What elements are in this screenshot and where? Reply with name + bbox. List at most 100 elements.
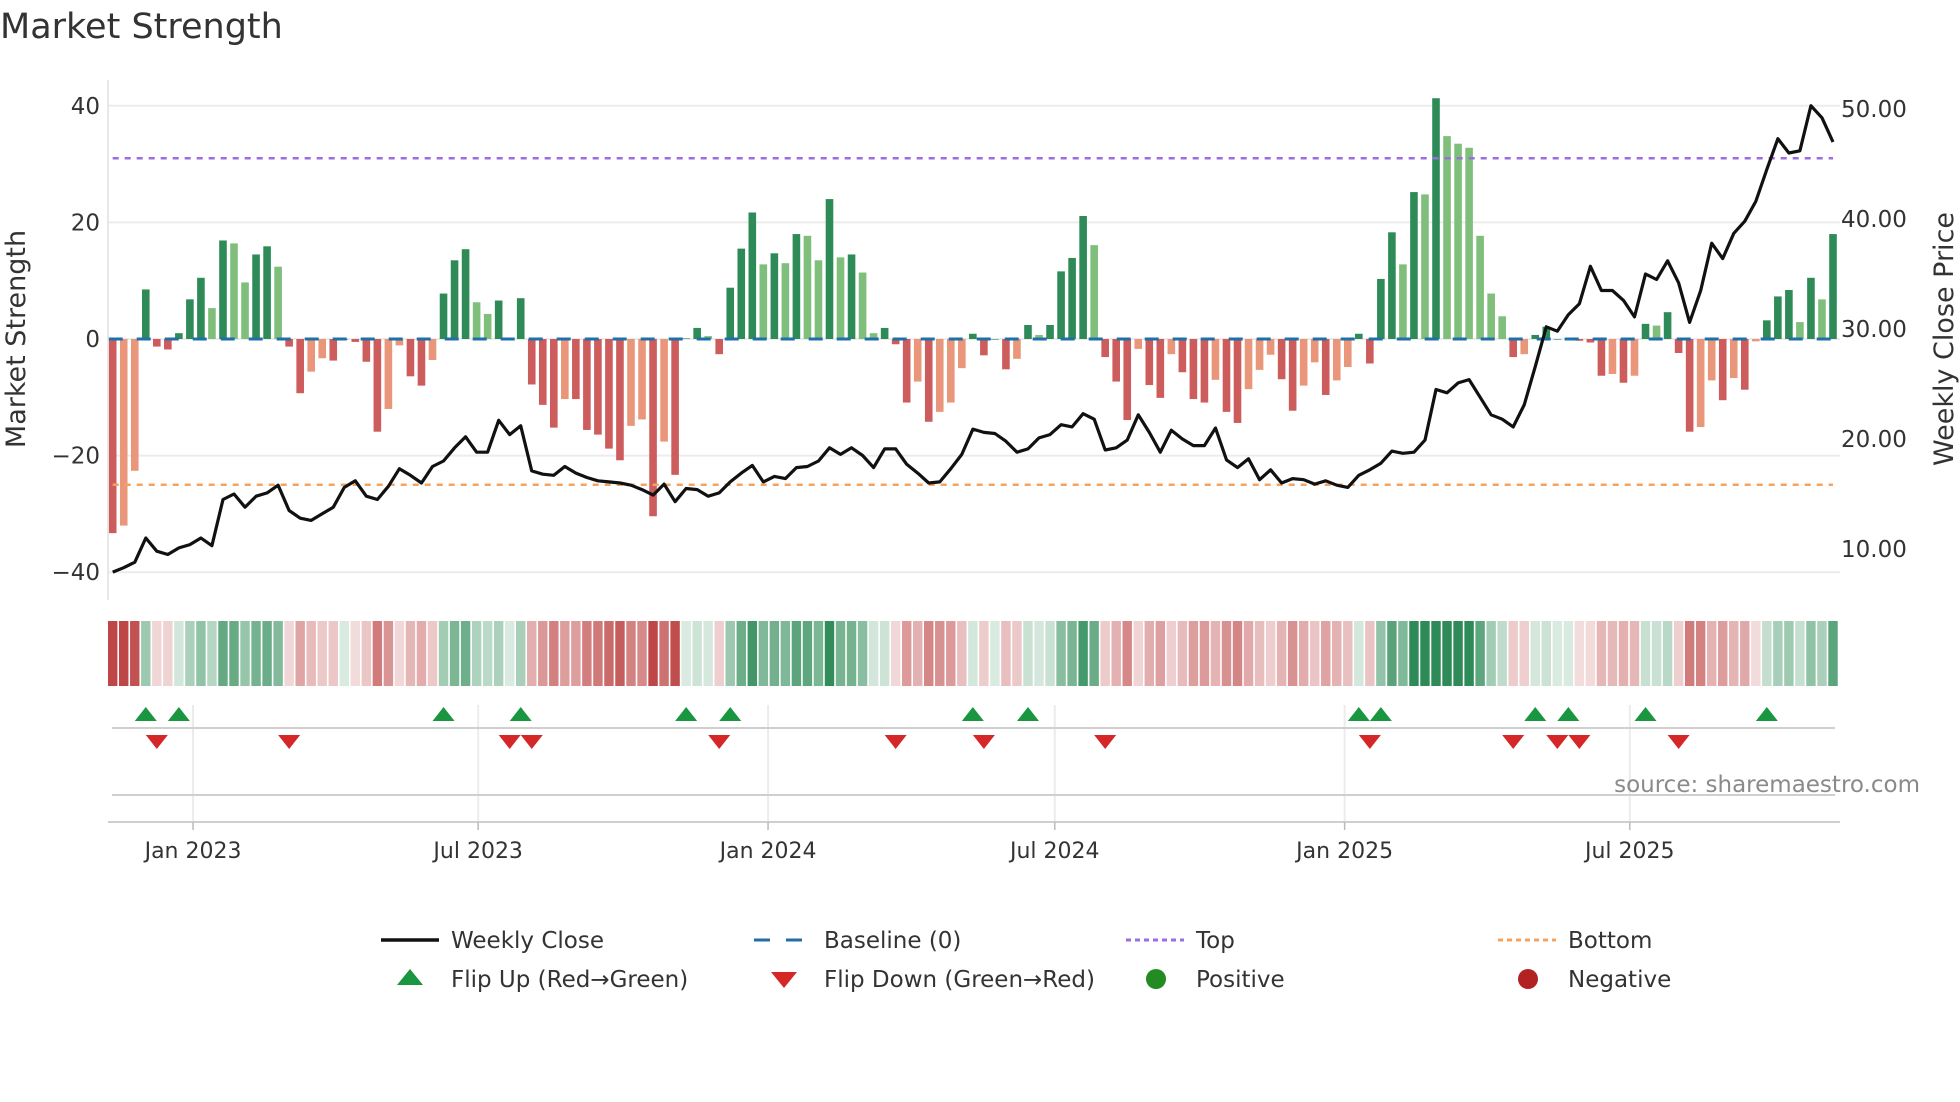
heat-strip-cell bbox=[449, 621, 460, 686]
heat-strip-cell bbox=[868, 621, 879, 686]
strength-bar bbox=[219, 240, 227, 339]
heat-strip-cell bbox=[1541, 621, 1551, 686]
legend: Weekly Close Baseline (0) Top Bottom Fli… bbox=[381, 928, 1671, 993]
strength-bar bbox=[1134, 339, 1143, 349]
heat-strip-cell bbox=[703, 621, 713, 686]
y2-tick-label: 30.00 bbox=[1841, 317, 1907, 343]
legend-flip-up: Flip Up (Red→Green) bbox=[397, 967, 688, 993]
heat-strip-cell bbox=[1122, 621, 1132, 686]
heat-strip-cell bbox=[504, 621, 515, 686]
flip-down-marker bbox=[145, 735, 168, 749]
strength-bar bbox=[1454, 143, 1462, 339]
heat-strip-cell bbox=[924, 621, 934, 686]
legend-bottom: Bottom bbox=[1498, 928, 1652, 954]
heat-strip-cell bbox=[747, 621, 758, 686]
triangle-down-icon bbox=[771, 972, 797, 988]
axes: 40 20 0 −20 −40 50.00 40.00 30.00 20.00 10.00 Jan … bbox=[51, 80, 1907, 864]
heat-strip-cell bbox=[560, 621, 570, 686]
flip-up-marker bbox=[1347, 707, 1370, 721]
strength-bar bbox=[1090, 245, 1098, 339]
heat-strip-cell bbox=[1718, 621, 1728, 686]
flip-up-marker bbox=[1524, 707, 1547, 721]
strength-bar bbox=[1057, 271, 1065, 339]
strength-bar bbox=[119, 339, 128, 526]
heat-strip-cell bbox=[240, 621, 250, 686]
heat-strip-cell bbox=[1530, 621, 1540, 686]
heat-strip-cell bbox=[626, 621, 636, 686]
heat-strip-cell bbox=[890, 621, 901, 686]
strength-bar bbox=[1145, 339, 1154, 386]
strength-bar bbox=[1377, 278, 1385, 339]
legend-negative: Negative bbox=[1518, 967, 1671, 993]
heat-strip-cell bbox=[824, 621, 835, 686]
strength-bar bbox=[384, 339, 393, 409]
x-tick-label: Jul 2023 bbox=[431, 839, 523, 864]
strength-bar bbox=[296, 339, 304, 394]
heat-strip-cell bbox=[229, 621, 239, 686]
heat-strip-cell bbox=[979, 621, 989, 686]
strength-bar bbox=[130, 339, 139, 471]
strength-bar bbox=[1807, 277, 1815, 339]
flip-down-marker bbox=[520, 735, 543, 749]
strength-bar bbox=[825, 199, 834, 339]
heat-strip-cell bbox=[571, 621, 581, 686]
heat-strip-cell bbox=[394, 621, 405, 686]
strength-bar bbox=[1630, 339, 1639, 376]
heat-strip-cell bbox=[1199, 621, 1210, 686]
negative-dot-icon bbox=[1518, 969, 1538, 989]
y2-tick-label: 50.00 bbox=[1841, 97, 1907, 123]
heat-strip-cell bbox=[1321, 621, 1331, 686]
strength-bar bbox=[1332, 339, 1341, 381]
heat-strip-cell bbox=[306, 621, 316, 686]
strength-bar bbox=[737, 248, 746, 339]
flip-up-marker bbox=[509, 707, 532, 721]
flip-up-marker bbox=[1755, 707, 1778, 721]
strength-bar bbox=[1255, 339, 1264, 370]
strength-bar bbox=[197, 277, 205, 339]
heat-strip-cell bbox=[1596, 621, 1607, 686]
strength-bar bbox=[208, 308, 216, 339]
strength-bar bbox=[1829, 234, 1837, 339]
strength-bar bbox=[1752, 339, 1760, 342]
flip-down-marker bbox=[278, 735, 301, 749]
heat-strip-cell bbox=[152, 621, 162, 686]
strength-bar bbox=[1707, 339, 1716, 381]
heat-strip-cell bbox=[1023, 621, 1033, 686]
source-note: source: sharemaestro.com bbox=[1614, 772, 1920, 798]
heat-strip-cell bbox=[427, 621, 438, 686]
strength-bar bbox=[638, 339, 646, 420]
heat-strip-cell bbox=[1817, 621, 1827, 686]
heat-strip-cell bbox=[1420, 621, 1430, 686]
strength-bar bbox=[439, 293, 448, 339]
heat-strip-cell bbox=[1254, 621, 1265, 686]
strength-bar bbox=[538, 339, 547, 405]
flip-down-marker bbox=[1358, 735, 1381, 749]
heat-strip-cell bbox=[185, 621, 195, 686]
heat-strip-cell bbox=[1795, 621, 1805, 686]
strength-bar bbox=[880, 327, 889, 339]
flip-down-marker bbox=[1094, 735, 1117, 749]
x-tick-label: Jul 2024 bbox=[1008, 839, 1100, 864]
heat-strip-cell bbox=[582, 621, 592, 686]
y2-tick-label: 10.00 bbox=[1841, 537, 1907, 563]
heat-strip-cell bbox=[1332, 621, 1342, 686]
heat-strip-cell bbox=[1673, 621, 1684, 686]
flip-up-marker bbox=[134, 707, 157, 721]
heat-strip-cell bbox=[1265, 621, 1276, 686]
strength-bar bbox=[1619, 339, 1628, 383]
heat-strip-cell bbox=[1806, 621, 1816, 686]
strength-bar bbox=[847, 254, 856, 339]
heat-strip-cell bbox=[1067, 621, 1077, 686]
legend-label: Top bbox=[1195, 928, 1235, 954]
strength-bar bbox=[186, 299, 194, 339]
heat-strip-cell bbox=[802, 621, 813, 686]
strength-bar bbox=[1266, 339, 1275, 355]
heat-strip-cell bbox=[538, 621, 548, 686]
strength-bar bbox=[1299, 339, 1308, 386]
strength-bar bbox=[1718, 339, 1727, 401]
strength-bar bbox=[572, 339, 580, 400]
strength-bar bbox=[1509, 339, 1518, 358]
strength-bar bbox=[1443, 136, 1451, 339]
strength-bar bbox=[814, 260, 823, 339]
heat-strip-cell bbox=[383, 621, 394, 686]
